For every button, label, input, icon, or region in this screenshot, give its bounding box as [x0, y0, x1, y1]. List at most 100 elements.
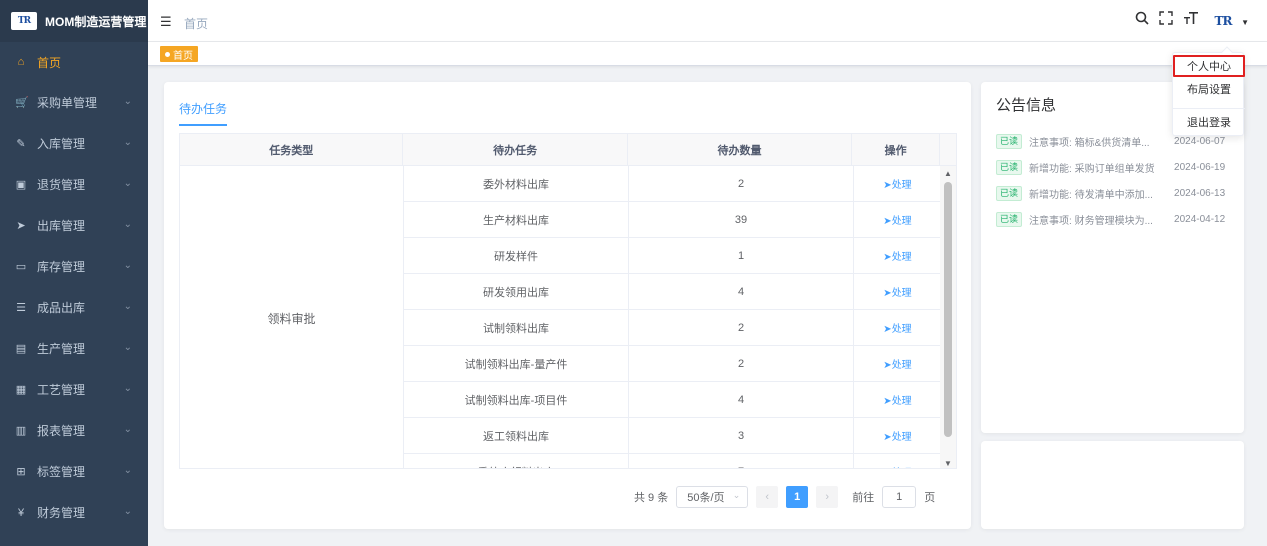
page-unit-label: 页	[924, 492, 936, 504]
process-button[interactable]: ➤处理	[883, 392, 911, 407]
table-header: 任务类型 待办任务 待办数量 操作	[180, 134, 956, 166]
dropdown-item-layout[interactable]: 布局设置	[1173, 78, 1245, 100]
notice-text[interactable]: 新增功能: 待发清单中添加...	[1029, 186, 1155, 201]
operation-cell: ➤处理	[854, 238, 942, 273]
page-size-value: 50条/页	[687, 492, 725, 504]
table-row: 研发样件 1 ➤处理	[404, 238, 942, 274]
sidebar-item-4[interactable]: ➤ 出库管理 ⌄	[0, 205, 148, 246]
avatar[interactable]: TR	[1209, 10, 1237, 32]
notice-text[interactable]: 注意事项: 财务管理模块为...	[1029, 212, 1155, 227]
sidebar-item-label: 生产管理	[37, 342, 86, 356]
sidebar-item-11[interactable]: ¥ 财务管理 ⌄	[0, 492, 148, 533]
tab-todo[interactable]: 待办任务	[179, 100, 228, 126]
todo-table: 任务类型 待办任务 待办数量 操作 领料审批 委外材料出库 2 ➤处理 生产材料出库 3…	[179, 133, 957, 469]
dropdown-item-profile[interactable]: 个人中心	[1173, 55, 1245, 77]
process-label: 处理	[892, 468, 912, 469]
return-icon: ▣	[15, 179, 27, 191]
sidebar-item-10[interactable]: ⊞ 标签管理 ⌄	[0, 451, 148, 492]
sidebar-item-label: 首页	[37, 55, 62, 70]
read-badge: 已读	[996, 211, 1023, 227]
process-button[interactable]: ➤处理	[883, 356, 911, 371]
notice-title: 公告信息	[996, 97, 1057, 114]
sidebar-item-6[interactable]: ☰ 成品出库 ⌄	[0, 287, 148, 328]
yen-icon: ¥	[17, 506, 25, 519]
process-button[interactable]: ➤处理	[883, 464, 912, 469]
operation-cell: ➤处理	[854, 346, 942, 381]
logo-icon: TR	[11, 12, 37, 30]
sidebar-item-label: 入库管理	[37, 137, 86, 151]
process-button[interactable]: ➤处理	[883, 428, 911, 443]
tag-home[interactable]: 首页	[160, 46, 198, 62]
sidebar-item-label: 库存管理	[37, 260, 86, 274]
process-button[interactable]: ➤处理	[883, 320, 911, 335]
process-label: 处理	[891, 252, 912, 263]
sidebar-item-5[interactable]: ▭ 库存管理 ⌄	[0, 246, 148, 287]
send-icon: ➤	[883, 252, 892, 263]
notice-item[interactable]: 已读 注意事项: 财务管理模块为... 2024-04-12	[996, 206, 1236, 232]
sidebar-item-8[interactable]: ▦ 工艺管理 ⌄	[0, 369, 148, 410]
cart-icon: 🛒	[15, 97, 29, 109]
chevron-down-icon: ⌄	[123, 301, 132, 312]
right-menu: TR ▼	[1135, 10, 1249, 32]
chevron-down-icon: ⌄	[123, 96, 132, 107]
table-scrollbar[interactable]: ▲ ▼	[940, 166, 956, 468]
process-button[interactable]: ➤处理	[883, 284, 911, 299]
next-page-button[interactable]: ›	[816, 486, 839, 508]
sidebar-item-2[interactable]: ✎ 入库管理 ⌄	[0, 123, 148, 164]
avatar-wrapper[interactable]: TR ▼	[1209, 10, 1249, 32]
app-logo[interactable]: TR MOM制造运营管理	[0, 0, 148, 42]
count-cell: 2	[629, 310, 854, 345]
scroll-up-icon[interactable]: ▲	[944, 169, 952, 178]
list-icon: ☰	[16, 302, 26, 314]
pagination-total: 共 9 条	[634, 492, 669, 504]
task-cell: 委外库领料出库	[404, 454, 629, 468]
font-size-icon[interactable]	[1183, 11, 1199, 31]
fullscreen-icon[interactable]	[1159, 11, 1173, 31]
prev-page-button[interactable]: ‹	[756, 486, 779, 508]
chevron-down-icon: ⌄	[123, 465, 132, 476]
dropdown-divider	[1173, 108, 1245, 109]
chevron-down-icon: ⌄	[123, 219, 132, 230]
notice-item[interactable]: 已读 新增功能: 采购订单组单发货 2024-06-19	[996, 154, 1236, 180]
notice-list: 已读 注意事项: 箱标&供货清单... 2024-06-07 已读 新增功能: 采购订单…	[996, 128, 1236, 232]
tag-dot-icon	[165, 51, 170, 57]
sidebar-item-0[interactable]: ⌂ 首页	[0, 42, 148, 82]
process-label: 处理	[891, 288, 912, 299]
breadcrumb: 首页	[184, 17, 209, 31]
hamburger-icon[interactable]: ☰	[160, 14, 172, 30]
sidebar-item-7[interactable]: ▤ 生产管理 ⌄	[0, 328, 148, 369]
notice-item[interactable]: 已读 新增功能: 待发清单中添加... 2024-06-13	[996, 180, 1236, 206]
navbar: ☰ 首页 TR ▼	[148, 0, 1267, 42]
caret-down-icon[interactable]: ▼	[1241, 18, 1249, 27]
process-button[interactable]: ➤处理	[883, 248, 911, 263]
scroll-down-icon[interactable]: ▼	[944, 459, 952, 468]
table-row: 研发领用出库 4 ➤处理	[404, 274, 942, 310]
send-icon: ➤	[883, 360, 892, 371]
chevron-down-icon: ⌄	[123, 383, 132, 394]
process-button[interactable]: ➤处理	[883, 212, 911, 227]
operation-cell: ➤处理	[854, 310, 942, 345]
sidebar-item-3[interactable]: ▣ 退货管理 ⌄	[0, 164, 148, 205]
sidebar-item-1[interactable]: 🛒 采购单管理 ⌄	[0, 82, 148, 123]
send-icon: ➤	[883, 216, 892, 227]
home-icon: ⌂	[17, 56, 25, 68]
dropdown-item-logout[interactable]: 退出登录	[1173, 111, 1245, 133]
task-cell: 试制领料出库-项目件	[404, 382, 629, 417]
notice-text[interactable]: 注意事项: 箱标&供货清单...	[1029, 134, 1155, 149]
table-row: 生产材料出库 39 ➤处理	[404, 202, 942, 238]
count-cell: 2	[629, 166, 854, 201]
report-icon: ▥	[15, 425, 27, 437]
page-number-button[interactable]: 1	[786, 486, 809, 508]
table-row: 委外材料出库 2 ➤处理	[404, 166, 942, 202]
page-size-select[interactable]: 50条/页 ⌄	[676, 486, 749, 508]
notice-text[interactable]: 新增功能: 采购订单组单发货	[1029, 160, 1155, 175]
sidebar-item-9[interactable]: ▥ 报表管理 ⌄	[0, 410, 148, 451]
read-badge: 已读	[996, 185, 1023, 201]
goto-page-input[interactable]: 1	[882, 486, 917, 508]
search-icon[interactable]	[1135, 11, 1149, 31]
scroll-thumb[interactable]	[944, 182, 952, 437]
sidebar-item-label: 标签管理	[37, 465, 86, 479]
sidebar-item-label: 报表管理	[37, 424, 86, 438]
chevron-down-icon: ⌄	[732, 490, 741, 500]
process-button[interactable]: ➤处理	[883, 176, 911, 191]
